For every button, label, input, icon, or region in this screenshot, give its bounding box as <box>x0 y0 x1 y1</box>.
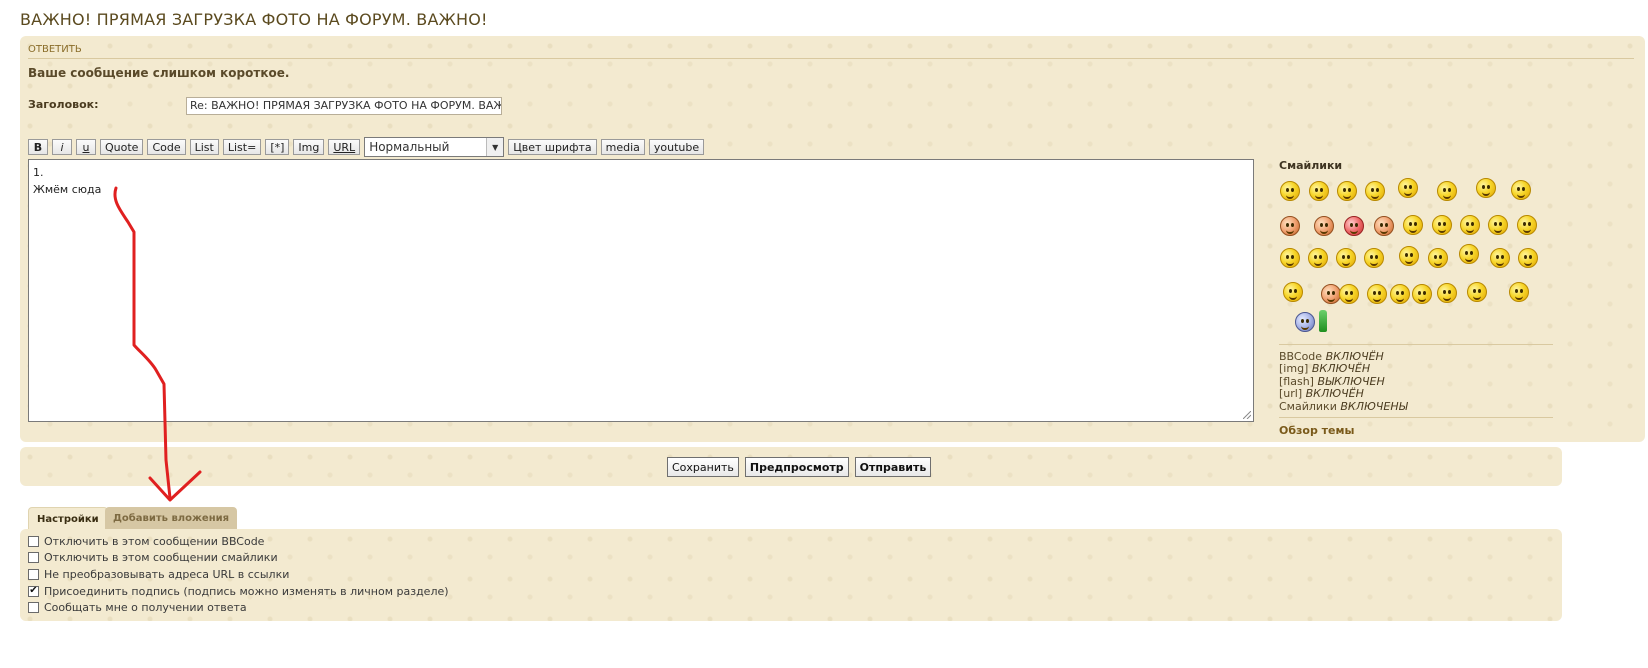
smiley-icon[interactable] <box>1428 248 1448 268</box>
smiley-icon[interactable] <box>1336 248 1356 268</box>
list-item-button[interactable]: [*] <box>265 139 290 155</box>
smiley-icon[interactable] <box>1365 181 1385 201</box>
message-textarea[interactable]: 1. Жмём сюда <box>28 159 1254 422</box>
checkbox[interactable] <box>28 535 39 547</box>
tab-attachments[interactable]: Добавить вложения <box>105 507 238 529</box>
smiley-icon[interactable] <box>1309 181 1329 201</box>
underline-button[interactable]: u <box>76 139 96 155</box>
bbcode-toolbar: B i u Quote Code List List= [*] Img URL … <box>28 137 705 157</box>
smiley-icon[interactable] <box>1490 248 1510 268</box>
smiley-icon[interactable] <box>1518 248 1538 268</box>
smiley-icon[interactable] <box>1398 178 1418 198</box>
editor-line: Жмём сюда <box>33 183 102 196</box>
smiley-icon[interactable] <box>1403 215 1423 235</box>
topic-review-link[interactable]: Обзор темы <box>1279 424 1354 437</box>
quote-button[interactable]: Quote <box>100 139 144 155</box>
divider <box>1279 417 1553 418</box>
bold-button[interactable]: B <box>28 139 48 155</box>
submit-button[interactable]: Отправить <box>854 457 932 477</box>
smiley-icon[interactable] <box>1399 246 1419 266</box>
options-list: Отключить в этом сообщении BBCode Отключ… <box>28 533 449 616</box>
smiley-icon[interactable] <box>1295 312 1315 332</box>
smiley-icon[interactable] <box>1367 284 1387 304</box>
error-message: Ваше сообщение слишком короткое. <box>28 66 290 80</box>
smiley-icon[interactable] <box>1488 215 1508 235</box>
divider <box>1279 344 1553 345</box>
save-button[interactable]: Сохранить <box>667 457 739 477</box>
status-row: Смайлики ВКЛЮЧЕНЫ <box>1279 399 1408 413</box>
resize-grip-icon[interactable] <box>1243 411 1251 419</box>
smiley-icon[interactable] <box>1280 181 1300 201</box>
smiley-icon[interactable] <box>1364 248 1384 268</box>
smiley-icon[interactable] <box>1517 215 1537 235</box>
bottle-icon[interactable] <box>1319 310 1327 332</box>
option-disable-urls[interactable]: Не преобразовывать адреса URL в ссылки <box>28 566 449 583</box>
option-disable-bbcode[interactable]: Отключить в этом сообщении BBCode <box>28 533 449 550</box>
bbcode-status: BBCode ВКЛЮЧЁН [img] ВКЛЮЧЁН [flash] ВЫК… <box>1279 350 1408 413</box>
chevron-down-icon: ▼ <box>486 138 504 156</box>
smiley-icon[interactable] <box>1509 282 1529 302</box>
code-button[interactable]: Code <box>147 139 186 155</box>
checkbox-checked[interactable]: ✔ <box>28 585 39 597</box>
smiley-icon[interactable] <box>1460 215 1480 235</box>
url-button[interactable]: URL <box>328 139 361 155</box>
smiley-icon[interactable] <box>1437 181 1457 201</box>
option-disable-smilies[interactable]: Отключить в этом сообщении смайлики <box>28 550 449 567</box>
checkbox[interactable] <box>28 602 39 614</box>
smiley-icon[interactable] <box>1314 216 1334 236</box>
editor-line: 1. <box>33 166 44 179</box>
subject-input[interactable]: Re: ВАЖНО! ПРЯМАЯ ЗАГРУЗКА ФОТО НА ФОРУМ… <box>186 97 502 115</box>
smiley-icon[interactable] <box>1459 244 1479 264</box>
page-title: ВАЖНО! ПРЯМАЯ ЗАГРУЗКА ФОТО НА ФОРУМ. ВА… <box>20 10 488 29</box>
smiley-icon[interactable] <box>1511 180 1531 200</box>
subject-label: Заголовок: <box>28 98 99 111</box>
ordered-list-button[interactable]: List= <box>222 139 262 155</box>
preview-button[interactable]: Предпросмотр <box>744 457 849 477</box>
smiley-icon[interactable] <box>1344 216 1364 236</box>
smiley-icon[interactable] <box>1432 215 1452 235</box>
font-size-value: Нормальный <box>369 140 450 154</box>
option-attach-signature[interactable]: ✔ Присоединить подпись (подпись можно изм… <box>28 583 449 600</box>
media-button[interactable]: media <box>600 139 645 155</box>
smiley-icon[interactable] <box>1476 178 1496 198</box>
tab-settings[interactable]: Настройки <box>28 507 108 530</box>
smiley-icon[interactable] <box>1308 248 1328 268</box>
italic-button[interactable]: i <box>52 139 72 155</box>
smiley-icon[interactable] <box>1280 216 1300 236</box>
smiley-icon[interactable] <box>1374 216 1394 236</box>
divider <box>28 58 1634 59</box>
smiley-icon[interactable] <box>1467 282 1487 302</box>
smiley-icon[interactable] <box>1412 284 1432 304</box>
smiley-icon[interactable] <box>1390 284 1410 304</box>
youtube-button[interactable]: youtube <box>648 139 705 155</box>
smiley-icon[interactable] <box>1437 283 1457 303</box>
img-button[interactable]: Img <box>293 139 325 155</box>
smiley-icon[interactable] <box>1321 284 1341 304</box>
submit-buttons: Сохранить Предпросмотр Отправить <box>667 457 932 477</box>
list-button[interactable]: List <box>189 139 219 155</box>
smiley-icon[interactable] <box>1280 248 1300 268</box>
smilies-title: Смайлики <box>1279 159 1343 172</box>
checkbox[interactable] <box>28 568 39 580</box>
smiley-icon[interactable] <box>1339 284 1359 304</box>
reply-heading: ОТВЕТИТЬ <box>28 44 82 55</box>
checkbox[interactable] <box>28 552 39 564</box>
font-size-select[interactable]: Нормальный ▼ <box>364 137 505 157</box>
font-color-button[interactable]: Цвет шрифта <box>508 139 597 155</box>
option-notify-reply[interactable]: Сообщать мне о получении ответа <box>28 599 449 616</box>
smiley-icon[interactable] <box>1337 181 1357 201</box>
smiley-icon[interactable] <box>1283 282 1303 302</box>
